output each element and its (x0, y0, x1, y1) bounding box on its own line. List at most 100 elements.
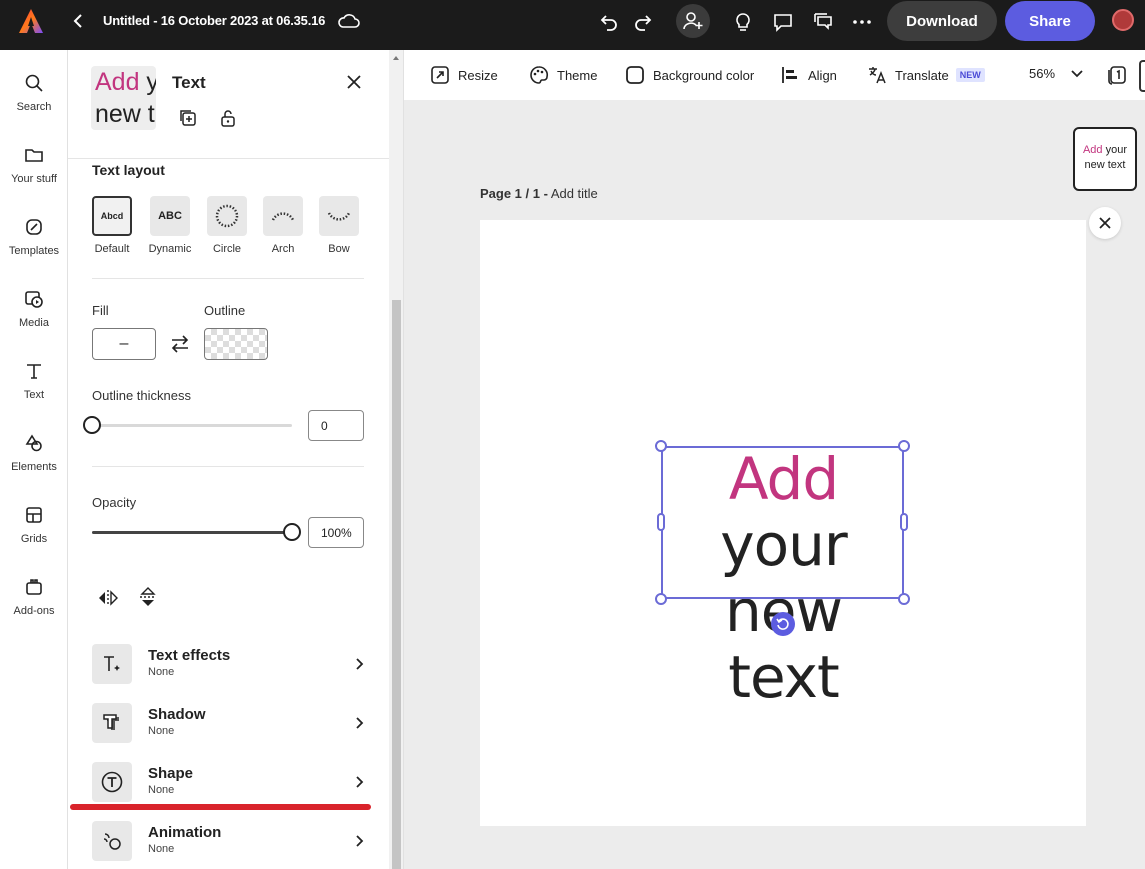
text-effects-row[interactable]: Text effects None (92, 644, 364, 686)
selection-box (661, 446, 904, 599)
more-options-icon[interactable] (850, 10, 874, 34)
flip-vertical-icon[interactable] (138, 586, 158, 608)
comment-icon[interactable] (771, 10, 795, 34)
rail-item-label: Add-ons (13, 605, 55, 617)
back-chevron-icon[interactable] (70, 12, 88, 30)
download-button[interactable]: Download (887, 1, 997, 41)
rail-item-text[interactable]: Text (0, 359, 68, 401)
outline-thickness-field[interactable]: 0 (308, 410, 364, 441)
annotation-underline (70, 804, 371, 810)
canvas-toolbar: Resize Theme Background color Align Tran… (404, 50, 1145, 100)
rotate-handle[interactable] (771, 612, 795, 636)
panel-title: Text (172, 73, 206, 92)
resize-handle-left[interactable] (657, 513, 665, 531)
layout-dynamic-option[interactable]: ABC Dynamic (142, 196, 198, 255)
rail-item-label: Media (19, 317, 49, 329)
chevron-right-icon (356, 658, 364, 670)
page-thumbnail[interactable]: Add your new text (1073, 127, 1137, 191)
rail-item-media[interactable]: Media (0, 287, 68, 329)
divider (92, 466, 364, 467)
rail-item-grids[interactable]: Grids (0, 503, 68, 545)
scrollbar-thumb[interactable] (392, 300, 401, 869)
page-label[interactable]: Page 1 / 1 - Add title (480, 186, 598, 201)
opacity-fill (92, 531, 292, 534)
arch-layout-icon (263, 196, 303, 236)
unlock-icon[interactable] (218, 108, 238, 128)
rail-item-label: Search (16, 101, 52, 113)
duplicate-icon[interactable] (178, 108, 198, 128)
adobe-express-logo[interactable] (18, 8, 44, 34)
translate-label: Translate (895, 67, 949, 83)
share-button[interactable]: Share (1005, 1, 1095, 41)
resize-handle-top-left[interactable] (655, 440, 667, 452)
align-label: Align (808, 67, 837, 83)
lightbulb-icon[interactable] (731, 10, 755, 34)
rail-item-search[interactable]: Search (0, 71, 68, 113)
effect-name: Shape (148, 765, 194, 782)
document-title[interactable]: Untitled - 16 October 2023 at 06.35.16 (103, 13, 325, 28)
swap-colors-icon[interactable] (169, 334, 191, 354)
page-title-placeholder[interactable]: Add title (548, 186, 598, 201)
rail-item-your-stuff[interactable]: Your stuff (0, 143, 68, 185)
background-color-label: Background color (653, 67, 755, 83)
shape-row[interactable]: Shape None (92, 762, 364, 804)
layout-default-option[interactable]: Abcd Default (84, 196, 140, 255)
page-number: Page 1 / 1 - (480, 186, 548, 201)
shadow-row[interactable]: Shadow None (92, 703, 364, 745)
resize-handle-right[interactable] (900, 513, 908, 531)
close-icon (1099, 217, 1111, 229)
text-preview-thumbnail: Add y new t (91, 66, 156, 130)
layout-arch-option[interactable]: Arch (255, 196, 311, 255)
resize-icon (431, 66, 449, 84)
chevron-right-icon (356, 717, 364, 729)
align-button[interactable]: Align (780, 65, 837, 85)
thumbnail-highlight: Add (1082, 144, 1103, 156)
panel-scrollbar[interactable] (389, 50, 404, 869)
chat-icon[interactable] (811, 10, 835, 34)
background-color-button[interactable]: Background color (625, 65, 754, 85)
outline-color-swatch[interactable] (204, 328, 268, 360)
undo-icon[interactable] (597, 10, 621, 34)
layout-circle-option[interactable]: Circle (199, 196, 255, 255)
resize-handle-bottom-left[interactable] (655, 593, 667, 605)
rail-item-templates[interactable]: Templates (0, 215, 68, 257)
cloud-sync-icon[interactable] (337, 11, 361, 31)
layout-label: Dynamic (148, 243, 192, 255)
resize-label: Resize (458, 67, 498, 83)
resize-handle-bottom-right[interactable] (898, 593, 910, 605)
layout-bow-option[interactable]: Bow (311, 196, 367, 255)
opacity-slider[interactable] (92, 523, 301, 541)
layout-label: Circle (212, 243, 242, 255)
animation-icon (92, 821, 132, 861)
close-thumbnails-button[interactable] (1089, 207, 1121, 239)
resize-button[interactable]: Resize (430, 65, 498, 85)
palette-icon (530, 66, 549, 84)
rail-item-add-ons[interactable]: Add-ons (0, 575, 68, 617)
layout-label: Bow (328, 243, 350, 255)
fill-color-swatch[interactable]: – (92, 328, 156, 360)
resize-handle-top-right[interactable] (898, 440, 910, 452)
flip-horizontal-icon[interactable] (97, 588, 119, 608)
translate-button[interactable]: Translate NEW (867, 65, 985, 85)
folder-icon (22, 143, 46, 167)
opacity-field[interactable]: 100% (308, 517, 364, 548)
effect-value: None (148, 666, 175, 678)
chevron-down-icon[interactable] (1071, 67, 1083, 79)
animation-row[interactable]: Animation None (92, 821, 364, 863)
outline-thickness-knob[interactable] (83, 416, 101, 434)
theme-button[interactable]: Theme (529, 65, 597, 85)
opacity-knob[interactable] (283, 523, 301, 541)
zoom-level[interactable]: 56% (1029, 66, 1055, 81)
left-rail: Search Your stuff Templates Media Text E… (0, 50, 68, 869)
toolbar-overflow-edge[interactable] (1139, 60, 1145, 92)
outline-thickness-slider[interactable] (83, 416, 292, 434)
pages-icon[interactable] (1106, 64, 1128, 86)
scroll-up-arrow-icon[interactable] (393, 56, 399, 60)
rail-item-elements[interactable]: Elements (0, 431, 68, 473)
user-avatar[interactable] (1112, 9, 1134, 31)
effect-name: Text effects (148, 647, 231, 664)
redo-icon[interactable] (631, 10, 655, 34)
effect-value: None (148, 725, 175, 737)
invite-user-button[interactable] (676, 4, 710, 38)
close-icon[interactable] (344, 72, 364, 92)
